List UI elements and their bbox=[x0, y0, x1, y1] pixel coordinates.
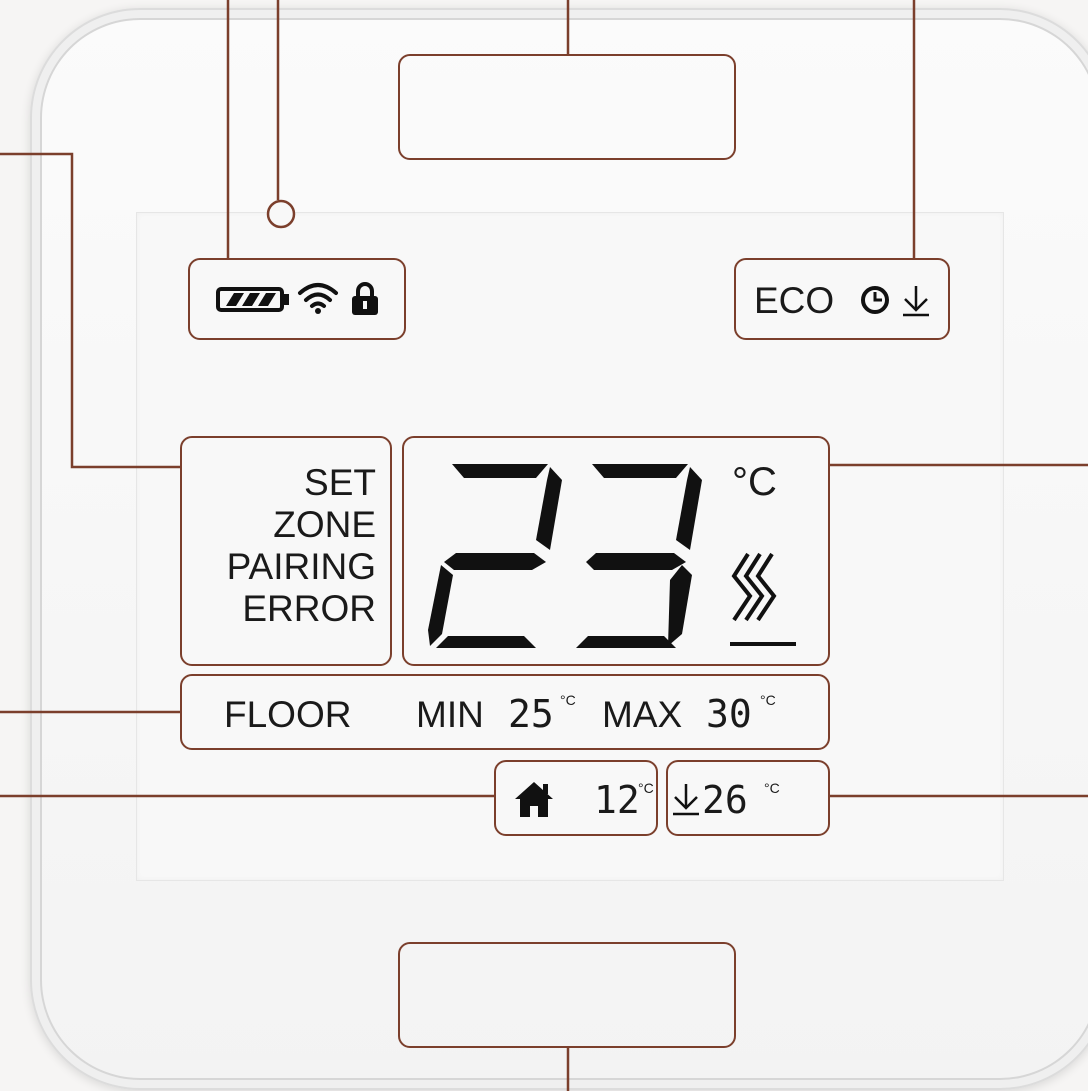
home-icon bbox=[515, 782, 553, 817]
mode-label-pairing: PAIRING bbox=[226, 546, 376, 587]
eco-label: ECO bbox=[754, 280, 835, 321]
floor-limits-box: FLOOR MIN 25 °C MAX 30 °C bbox=[180, 674, 830, 750]
main-display-box: °C bbox=[402, 436, 830, 666]
setback-temp-unit: °C bbox=[764, 780, 780, 796]
mode-labels-box: SET ZONE PAIRING ERROR bbox=[180, 436, 392, 666]
max-unit: °C bbox=[760, 692, 776, 708]
min-value: 25 bbox=[508, 692, 554, 736]
battery-icon bbox=[216, 287, 289, 312]
clock-icon bbox=[861, 286, 889, 314]
setback-temp-value: 26 bbox=[702, 778, 748, 822]
unit-celsius: °C bbox=[732, 460, 777, 504]
down-arrow-icon bbox=[673, 784, 699, 816]
setback-temp-box: 26 °C bbox=[666, 760, 830, 836]
heating-icon bbox=[730, 552, 796, 646]
temperature-digits bbox=[428, 464, 702, 648]
home-temp-value: 12 bbox=[594, 778, 640, 822]
top-button[interactable] bbox=[398, 54, 736, 160]
mode-label-error: ERROR bbox=[242, 588, 376, 629]
home-temp-box: 12 °C bbox=[494, 760, 658, 836]
mode-label-set: SET bbox=[304, 462, 376, 503]
mode-label-zone: ZONE bbox=[273, 504, 376, 545]
home-temp-unit: °C bbox=[638, 780, 654, 796]
min-unit: °C bbox=[560, 692, 576, 708]
floor-label: FLOOR bbox=[224, 694, 352, 735]
min-label: MIN bbox=[416, 694, 484, 735]
lock-icon bbox=[352, 282, 378, 315]
down-arrow-icon bbox=[903, 286, 929, 317]
wifi-icon bbox=[298, 283, 338, 314]
bottom-button[interactable] bbox=[398, 942, 736, 1048]
max-value: 30 bbox=[706, 692, 752, 736]
eco-box: ECO bbox=[734, 258, 950, 340]
max-label: MAX bbox=[602, 694, 683, 735]
status-icons-box bbox=[188, 258, 406, 340]
